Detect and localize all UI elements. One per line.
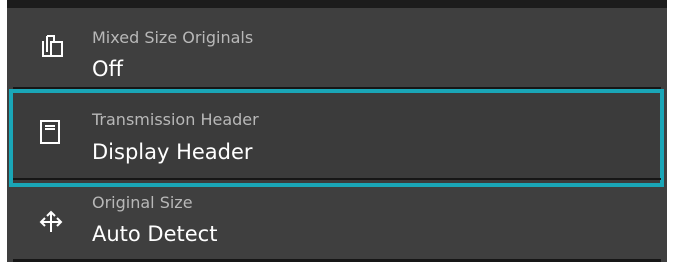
row-divider (13, 178, 661, 180)
settings-panel: Mixed Size Originals Off Transmission He… (7, 0, 667, 262)
panel-top-edge (7, 0, 667, 8)
setting-transmission-header[interactable]: Transmission Header Display Header (9, 89, 664, 187)
move-arrows-icon (37, 208, 65, 236)
setting-label: Mixed Size Originals (92, 28, 254, 47)
setting-mixed-size-originals[interactable]: Mixed Size Originals Off (7, 8, 667, 89)
setting-label: Original Size (92, 193, 193, 212)
setting-original-size[interactable]: Original Size Auto Detect (7, 187, 667, 262)
header-document-icon (36, 118, 64, 146)
setting-value: Auto Detect (92, 222, 218, 246)
mixed-size-icon (38, 32, 66, 60)
setting-value: Display Header (92, 140, 253, 164)
setting-label: Transmission Header (92, 110, 259, 129)
setting-value: Off (92, 57, 123, 81)
